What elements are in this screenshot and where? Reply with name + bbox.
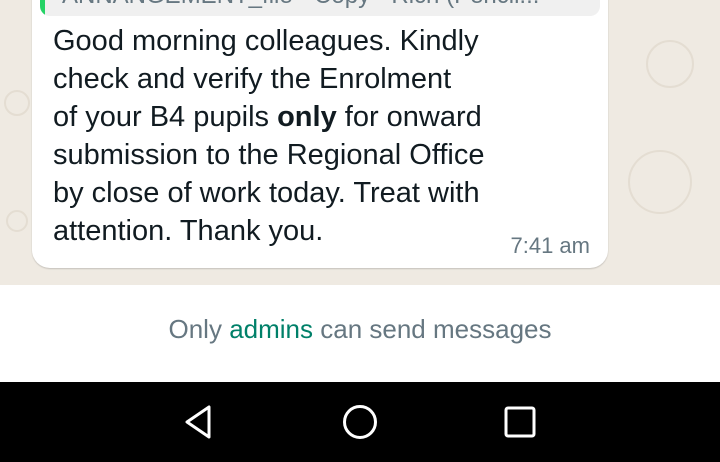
message-text: Good morning colleagues. Kindly check an… [53,22,593,250]
wallpaper-doodle [628,150,692,214]
admins-only-notice: Only admins can send messages [0,285,720,382]
notice-text: Only admins can send messages [169,314,552,345]
chat-screen: ANNANGEMENT_file - Copy - Rich (Pencil..… [0,0,720,462]
recents-button[interactable] [500,402,540,442]
system-navigation-bar [0,382,720,462]
home-button[interactable] [340,402,380,442]
wallpaper-doodle [4,90,30,116]
notice-suffix: can send messages [313,314,552,344]
message-line: by close of work today. Treat with [53,177,480,209]
message-bold-word: only [277,101,337,133]
quoted-message[interactable]: ANNANGEMENT_file - Copy - Rich (Pencil..… [40,0,600,16]
message-line-part: for onward [336,101,482,133]
square-recents-icon [504,406,536,438]
back-button[interactable] [180,402,220,442]
message-line: submission to the Regional Office [53,139,485,171]
message-line: check and verify the Enrolment [53,63,452,95]
wallpaper-doodle [646,40,694,88]
circle-home-icon [343,405,377,439]
chat-wallpaper: ANNANGEMENT_file - Copy - Rich (Pencil..… [0,0,720,285]
triangle-back-icon [185,405,211,439]
wallpaper-doodle [6,210,28,232]
message-bubble[interactable]: ANNANGEMENT_file - Copy - Rich (Pencil..… [32,0,608,268]
message-line-part: of your B4 pupils [53,101,278,133]
message-line: of your B4 pupils only for onward [53,98,593,136]
message-line: Good morning colleagues. Kindly [53,25,479,57]
admins-link[interactable]: admins [229,314,313,344]
quoted-message-text: ANNANGEMENT_file - Copy - Rich (Pencil..… [62,0,539,10]
message-timestamp: 7:41 am [510,233,591,258]
quoted-message-bar [40,0,45,16]
notice-prefix: Only [168,314,230,344]
